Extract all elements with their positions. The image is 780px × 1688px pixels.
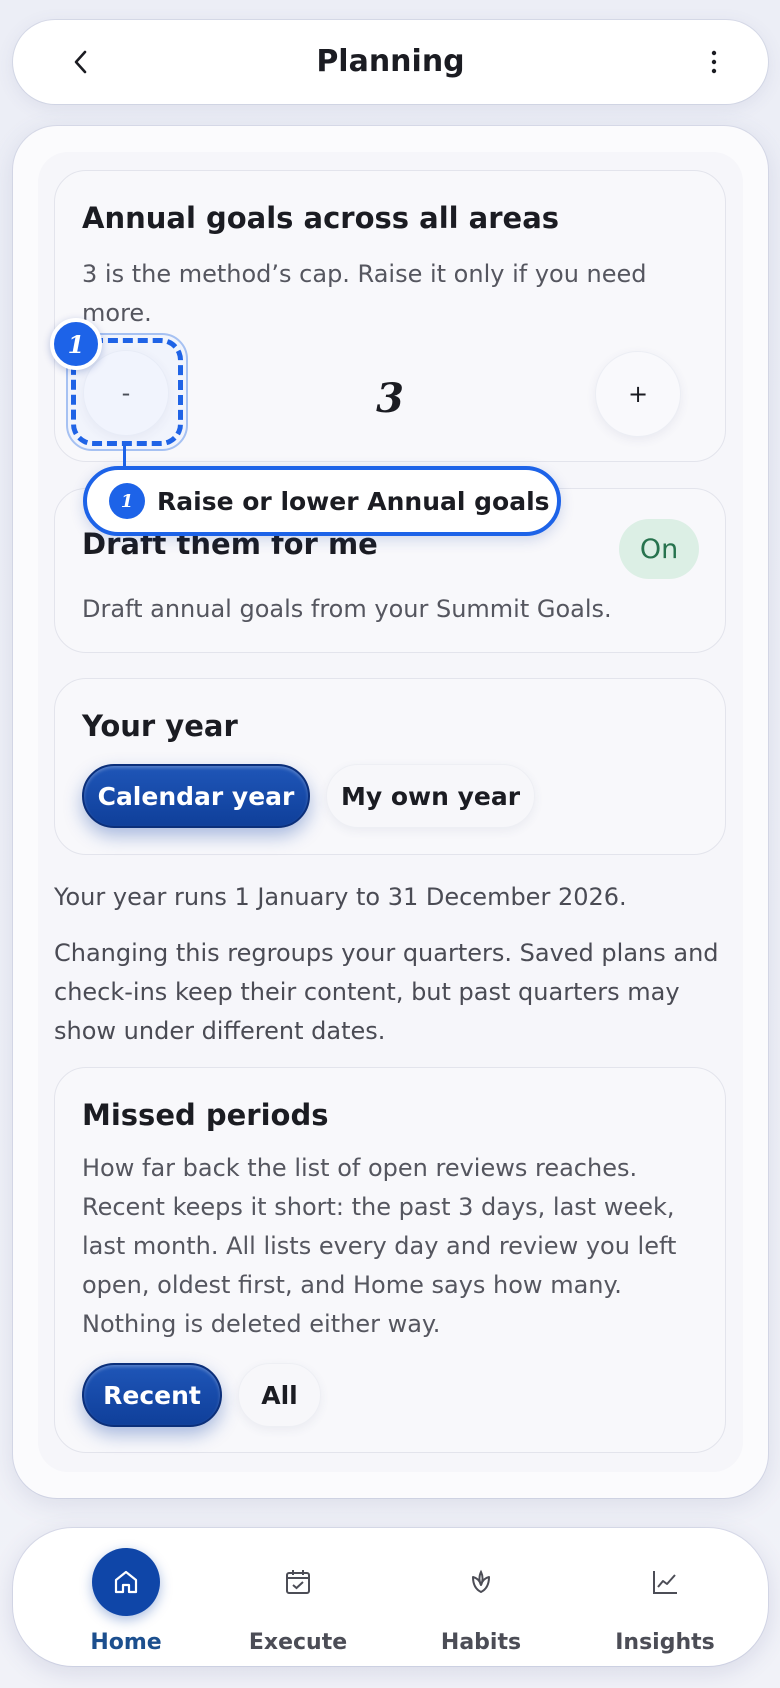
- trend-chart-icon: [631, 1548, 699, 1616]
- my-own-year-option[interactable]: My own year: [326, 764, 535, 828]
- year-change-note: Changing this regroups your quarters. Sa…: [54, 939, 719, 1045]
- calendar-year-option[interactable]: Calendar year: [82, 764, 310, 828]
- nav-habits[interactable]: Habits: [401, 1528, 561, 1666]
- missed-periods-title: Missed periods: [82, 1098, 329, 1132]
- nav-insights[interactable]: Insights: [585, 1528, 745, 1666]
- tooltip-badge: 1: [109, 483, 145, 519]
- calendar-check-icon: [264, 1548, 332, 1616]
- nav-home[interactable]: Home: [46, 1528, 206, 1666]
- all-option[interactable]: All: [238, 1363, 321, 1427]
- recent-option[interactable]: Recent: [82, 1363, 222, 1427]
- annual-goals-description: 3 is the method’s cap. Raise it only if …: [82, 260, 647, 327]
- tooltip-text: Raise or lower Annual goals across all a…: [157, 486, 557, 516]
- bottom-navigation: Home Execute Habits Insights: [13, 1528, 768, 1666]
- missed-periods-card: Missed periods How far back the list of …: [54, 1067, 726, 1453]
- top-app-bar: Planning: [13, 20, 768, 104]
- home-icon: [92, 1548, 160, 1616]
- more-vertical-icon: [711, 50, 717, 74]
- year-range-text: Your year runs 1 January to 31 December …: [54, 883, 627, 911]
- more-options-button[interactable]: [698, 46, 730, 78]
- nav-home-label: Home: [90, 1630, 162, 1655]
- missed-periods-description: How far back the list of open reviews re…: [82, 1154, 677, 1338]
- annual-goals-value: 3: [376, 375, 404, 422]
- planning-screen: Planning Annual goals across all areas 3…: [0, 0, 780, 1688]
- nav-execute[interactable]: Execute: [218, 1528, 378, 1666]
- increment-label: +: [627, 380, 649, 408]
- increment-button[interactable]: +: [595, 351, 681, 437]
- nav-habits-label: Habits: [440, 1630, 522, 1655]
- draft-description: Draft annual goals from your Summit Goal…: [82, 595, 612, 623]
- page-title: Planning: [316, 44, 465, 79]
- your-year-title: Your year: [82, 709, 238, 743]
- annual-goals-title: Annual goals across all areas: [82, 201, 560, 235]
- annotation-badge: 1: [50, 318, 102, 370]
- nav-insights-label: Insights: [615, 1630, 715, 1655]
- nav-execute-label: Execute: [248, 1630, 348, 1655]
- lotus-icon: [447, 1548, 515, 1616]
- your-year-card: Your year Calendar year My own year: [54, 678, 726, 855]
- draft-toggle[interactable]: On: [619, 519, 699, 579]
- annotation-tooltip: 1 Raise or lower Annual goals across all…: [83, 466, 561, 536]
